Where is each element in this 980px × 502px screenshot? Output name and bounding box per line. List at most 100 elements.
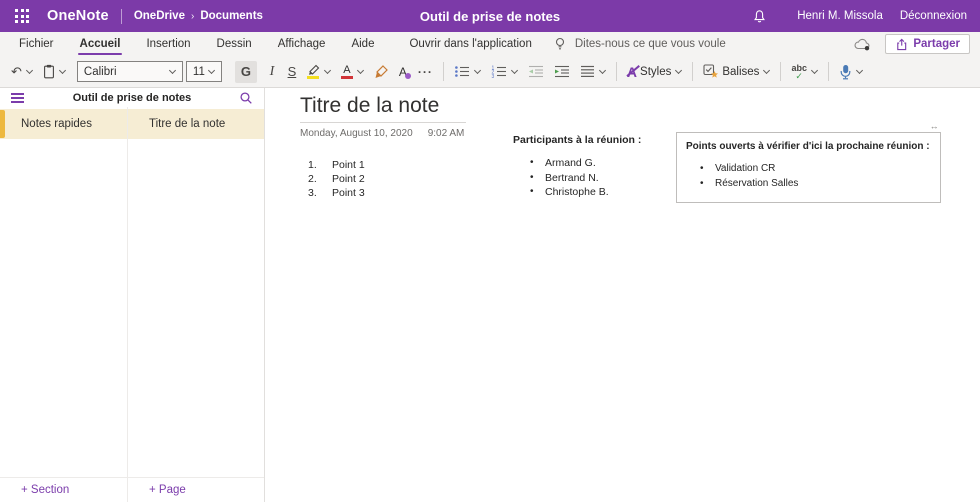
increase-indent-icon <box>554 65 569 78</box>
numbering-button[interactable]: 1 2 3 <box>486 62 523 81</box>
italic-button[interactable]: I <box>262 61 282 83</box>
list-item[interactable]: Réservation Salles <box>700 177 930 192</box>
bullets-button[interactable] <box>449 62 486 81</box>
list-text: Point 3 <box>332 187 365 199</box>
tab-fichier[interactable]: Fichier <box>6 34 67 55</box>
sections-list: Notes rapides <box>0 107 127 477</box>
paste-button[interactable] <box>38 61 71 82</box>
topbar-left: OneNote OneDrive › Documents <box>0 3 263 29</box>
open-points-list: Validation CR Réservation Salles <box>686 162 930 191</box>
participants-heading[interactable]: Participants à la réunion : <box>513 134 641 146</box>
decrease-indent-button[interactable] <box>523 62 549 81</box>
clipboard-icon <box>43 64 54 79</box>
breadcrumb-separator-icon: › <box>190 10 195 22</box>
notifications-button[interactable] <box>752 9 767 24</box>
breadcrumb-documents[interactable]: Documents <box>200 10 263 22</box>
tab-affichage[interactable]: Affichage <box>265 34 339 55</box>
increase-indent-button[interactable] <box>549 62 575 81</box>
open-points-heading[interactable]: Points ouverts à vérifier d'ici la proch… <box>686 141 930 152</box>
list-marker: 3. <box>308 187 317 199</box>
chevron-down-icon <box>207 66 215 74</box>
app-name[interactable]: OneNote <box>47 8 109 24</box>
svg-text:3: 3 <box>491 74 494 78</box>
text-effects-button[interactable]: A <box>393 61 413 82</box>
ribbon-divider <box>827 62 829 81</box>
nav-toggle-button[interactable] <box>11 93 24 103</box>
tags-label: Balises <box>722 65 760 78</box>
chevron-down-icon <box>810 66 818 74</box>
more-formatting-button[interactable]: ··· <box>413 62 438 82</box>
format-painter-button[interactable] <box>369 62 393 82</box>
highlighter-icon <box>307 64 320 79</box>
highlight-button[interactable] <box>302 61 336 82</box>
pages-column: Titre de la note + Page <box>128 107 264 502</box>
font-name-combobox[interactable]: Calibri <box>76 61 183 82</box>
open-points-container[interactable]: ↔ Points ouverts à vérifier d'ici la pro… <box>676 121 941 203</box>
sidebar-columns: Notes rapides + Section Titre de la note… <box>0 107 264 502</box>
tab-dessin[interactable]: Dessin <box>204 34 265 55</box>
underline-button[interactable]: S <box>282 61 302 82</box>
italic-icon: I <box>269 63 275 79</box>
user-name[interactable]: Henri M. Missola <box>797 10 883 22</box>
share-button[interactable]: Partager <box>885 34 970 54</box>
page-item-titre-de-la-note[interactable]: Titre de la note <box>128 109 264 139</box>
alignment-button[interactable] <box>575 62 611 81</box>
tag-checkbox-star-icon <box>703 64 719 78</box>
list-item[interactable]: 2. Point 2 <box>308 172 365 186</box>
list-item[interactable]: Armand G. <box>530 156 641 171</box>
tell-me-control[interactable]: Dites-nous ce que vous voule <box>554 37 726 51</box>
styles-label: Styles <box>640 65 672 78</box>
list-item[interactable]: 3. Point 3 <box>308 186 365 200</box>
font-size-combobox[interactable]: 11 <box>185 61 222 82</box>
list-item[interactable]: Validation CR <box>700 162 930 177</box>
page-datetime[interactable]: Monday, August 10, 2020 9:02 AM <box>300 128 466 139</box>
share-icon <box>897 38 907 50</box>
list-item[interactable]: Christophe B. <box>530 185 641 200</box>
add-page-button[interactable]: + Page <box>128 477 264 502</box>
cloud-sync-icon <box>854 38 870 50</box>
page-canvas[interactable]: Titre de la note Monday, August 10, 2020… <box>265 88 980 502</box>
font-color-button[interactable]: A <box>336 62 369 82</box>
dictate-button[interactable] <box>834 61 868 83</box>
tell-me-text: Dites-nous ce que vous voule <box>574 38 726 50</box>
font-name-value: Calibri <box>83 65 117 78</box>
notebook-header: Outil de prise de notes <box>0 89 264 107</box>
hamburger-icon <box>11 93 24 95</box>
spellcheck-button[interactable]: abc ✓ <box>786 61 823 83</box>
numbered-list-container[interactable]: 1. Point 1 2. Point 2 3. Point 3 <box>308 158 365 200</box>
chevron-down-icon <box>356 66 364 74</box>
styles-icon: A <box>626 63 638 80</box>
styles-button[interactable]: A Styles <box>622 61 687 83</box>
undo-button[interactable]: ↶ <box>6 61 38 83</box>
tags-button[interactable]: Balises <box>698 61 775 82</box>
tab-aide[interactable]: Aide <box>338 34 387 55</box>
app-launcher-button[interactable] <box>9 3 35 29</box>
sync-status-button[interactable] <box>853 37 872 52</box>
participants-container[interactable]: Participants à la réunion : Armand G. Be… <box>513 134 641 200</box>
tab-insertion[interactable]: Insertion <box>133 34 203 55</box>
container-resize-icon[interactable]: ↔ <box>930 121 939 131</box>
page-title[interactable]: Titre de la note <box>300 94 466 123</box>
page-title-block: Titre de la note Monday, August 10, 2020… <box>300 94 466 139</box>
menu-bar: Fichier Accueil Insertion Dessin Afficha… <box>0 32 980 56</box>
search-icon <box>240 92 252 104</box>
breadcrumb-onedrive[interactable]: OneDrive <box>134 10 185 22</box>
more-options-icon: ··· <box>417 64 433 79</box>
bullet-list-icon <box>455 66 469 77</box>
open-in-app-button[interactable]: Ouvrir dans l'application <box>403 34 537 54</box>
sections-column: Notes rapides + Section <box>0 107 128 502</box>
sign-out-link[interactable]: Déconnexion <box>900 10 967 22</box>
search-button[interactable] <box>239 91 253 105</box>
add-section-button[interactable]: + Section <box>0 477 127 502</box>
section-item-notes-rapides[interactable]: Notes rapides <box>0 109 127 139</box>
share-label: Partager <box>913 38 960 50</box>
list-item[interactable]: 1. Point 1 <box>308 158 365 172</box>
chevron-down-icon <box>598 66 606 74</box>
tab-accueil[interactable]: Accueil <box>67 34 134 55</box>
ribbon-divider <box>442 62 444 81</box>
bold-button[interactable]: G <box>230 58 262 86</box>
workspace: Outil de prise de notes Notes rapides + … <box>0 88 980 502</box>
topbar-right: Henri M. Missola Déconnexion <box>752 9 980 24</box>
chevron-down-icon <box>675 66 683 74</box>
list-item[interactable]: Bertrand N. <box>530 171 641 186</box>
